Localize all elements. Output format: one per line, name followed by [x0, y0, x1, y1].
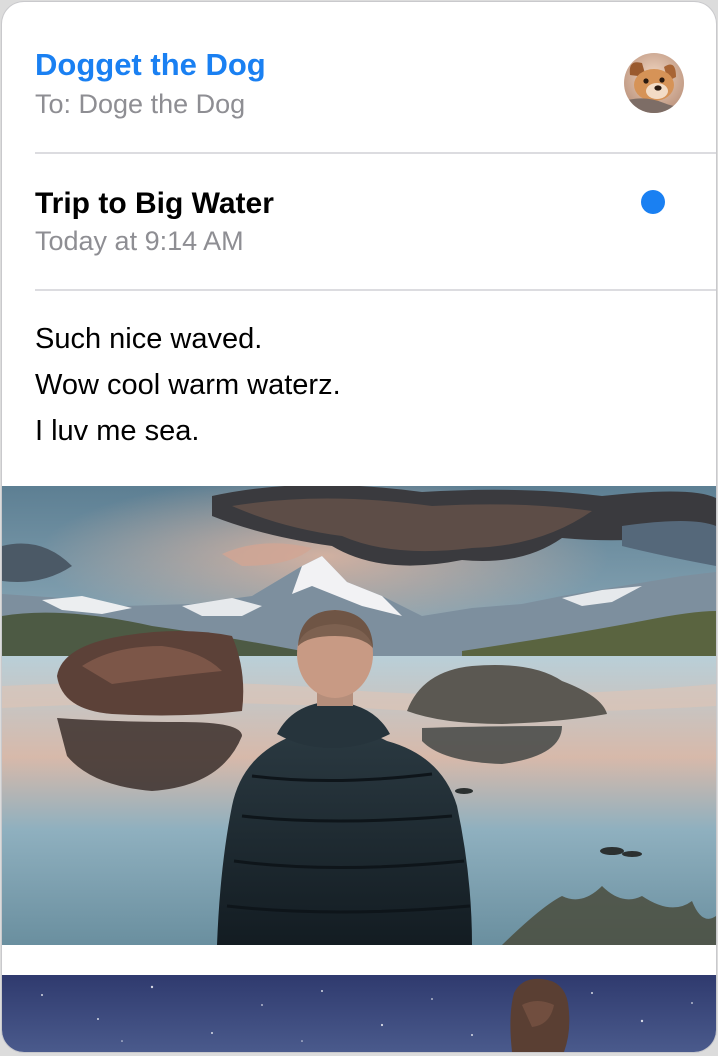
unread-indicator-icon — [641, 190, 665, 214]
message-timestamp: Today at 9:14 AM — [35, 226, 244, 256]
attachment-photo-lake[interactable] — [2, 486, 716, 945]
lake-photo-image — [2, 486, 716, 945]
sender-name[interactable]: Dogget the Dog — [35, 45, 266, 85]
night-sky-photo-image — [2, 975, 716, 1052]
body-line: Such nice waved. — [35, 323, 263, 355]
recipient-line: To: Doge the Dog — [35, 89, 246, 119]
message-header: Dogget the Dog To: Doge the Dog — [2, 2, 716, 154]
message-subject: Trip to Big Water — [35, 187, 274, 220]
subject-divider — [35, 289, 716, 291]
body-line: Wow cool warm waterz. — [35, 369, 341, 401]
sender-avatar[interactable] — [624, 53, 684, 113]
dog-avatar-image — [624, 53, 684, 113]
attachment-photo-night-sky[interactable] — [2, 975, 716, 1052]
mail-preview-card[interactable]: Dogget the Dog To: Doge the Dog Trip to … — [2, 2, 716, 1052]
header-divider — [35, 152, 716, 154]
body-line: I luv me sea. — [35, 415, 200, 447]
